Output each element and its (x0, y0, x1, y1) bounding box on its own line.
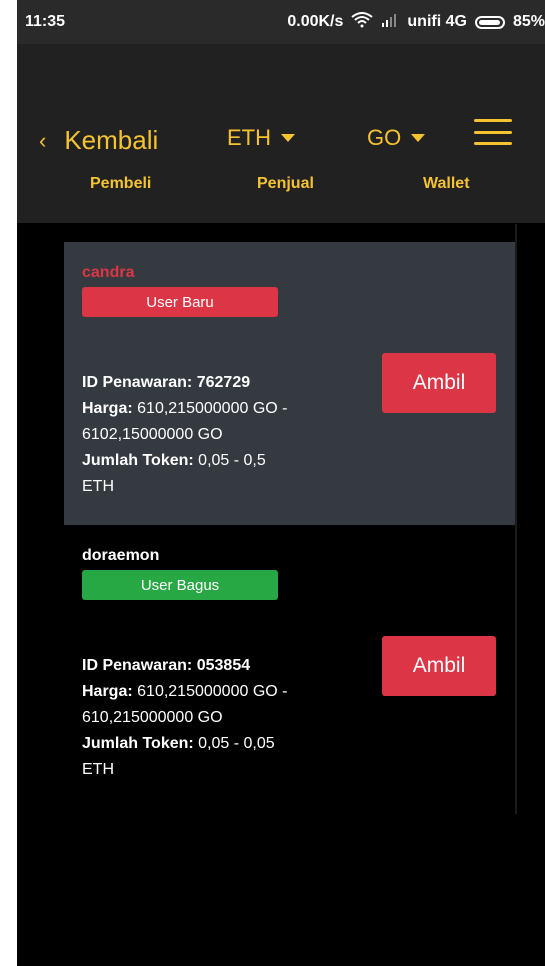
tab-bar: Pembeli Penjual Wallet (17, 175, 545, 197)
offer-id-label: ID Penawaran: (82, 374, 193, 391)
caret-down-icon (411, 134, 426, 142)
offer-card: candra User Baru ID Penawaran: 762729 Ha… (64, 242, 515, 525)
price-range-min: 610,215000000 GO - (137, 683, 288, 700)
pair-select[interactable]: GO (367, 125, 426, 151)
status-time: 11:35 (25, 13, 66, 30)
price-label: Harga: (82, 683, 133, 700)
coin-select-value: ETH (227, 125, 271, 150)
carrier-name: unifi 4G (407, 13, 467, 30)
offer-details: ID Penawaran: 762729 Harga: 610,21500000… (82, 370, 332, 500)
amount-unit: ETH (82, 478, 114, 495)
back-button[interactable]: ‹ Kembali (39, 125, 158, 156)
list-divider (515, 224, 517, 814)
tab-wallet[interactable]: Wallet (423, 175, 470, 193)
offer-id-value: 053854 (196, 657, 251, 674)
offer-username: doraemon (82, 547, 160, 564)
top-nav: ‹ Kembali ETH GO (17, 109, 545, 169)
price-label: Harga: (82, 400, 133, 417)
pair-select-value: GO (367, 125, 402, 150)
ambil-button[interactable]: Ambil (382, 353, 496, 413)
amount-range: 0,05 - 0,5 (198, 452, 266, 469)
battery-level: 85% (512, 13, 545, 30)
amount-label: Jumlah Token: (82, 452, 194, 469)
tab-penjual[interactable]: Penjual (257, 175, 314, 193)
coin-select[interactable]: ETH (227, 125, 295, 151)
wifi-icon (351, 11, 374, 33)
status-indicators: 0.00K/s unifi 4G 85% (287, 11, 545, 33)
price-range-min: 610,215000000 GO - (137, 400, 288, 417)
price-range-max: 610,215000000 GO (82, 709, 223, 726)
amount-label: Jumlah Token: (82, 735, 194, 752)
network-speed: 0.00K/s (287, 13, 344, 30)
ambil-button[interactable]: Ambil (382, 636, 496, 696)
price-range-max: 6102,15000000 GO (82, 426, 223, 443)
battery-icon (474, 15, 505, 29)
offer-id-label: ID Penawaran: (82, 657, 193, 674)
phone-screen: 11:35 0.00K/s unifi 4G 85% ‹ Kembali ETH (17, 0, 545, 966)
user-status-badge: User Baru (82, 287, 278, 317)
caret-down-icon (281, 134, 295, 142)
offer-username: candra (82, 264, 135, 281)
offer-id-value: 762729 (196, 374, 251, 391)
status-bar: 11:35 0.00K/s unifi 4G 85% (17, 0, 545, 44)
amount-range: 0,05 - 0,05 (198, 735, 275, 752)
chevron-left-icon: ‹ (39, 127, 47, 153)
offer-card: doraemon User Bagus ID Penawaran: 053854… (64, 525, 515, 808)
offer-details: ID Penawaran: 053854 Harga: 610,21500000… (82, 653, 332, 783)
tab-pembeli[interactable]: Pembeli (90, 175, 151, 193)
amount-unit: ETH (82, 761, 114, 778)
user-status-badge: User Bagus (82, 570, 278, 600)
menu-icon[interactable] (474, 119, 512, 145)
back-label: Kembali (64, 125, 159, 155)
signal-icon (381, 13, 399, 32)
